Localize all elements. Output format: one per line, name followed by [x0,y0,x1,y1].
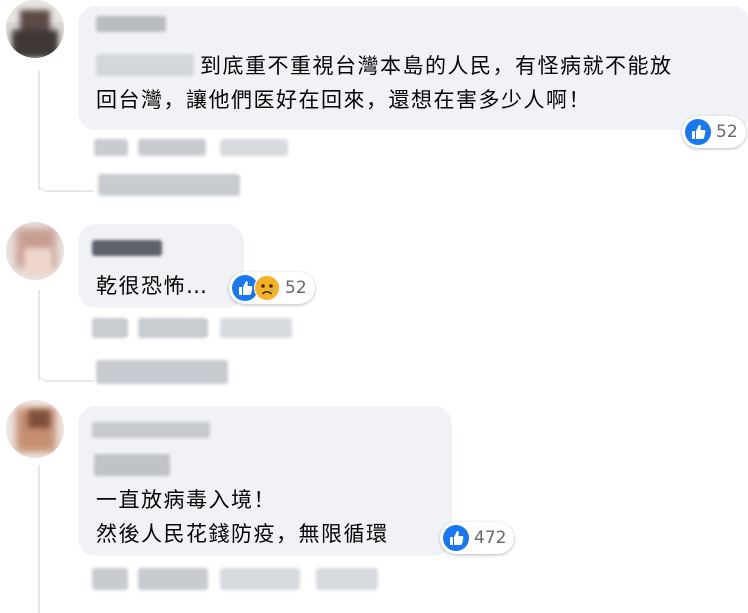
reply-action[interactable] [138,139,206,156]
thread-connector [38,340,94,382]
reaction-summary[interactable]: 52 [229,272,315,304]
like-icon [685,119,711,145]
thread-connector [38,150,94,192]
tagged-name[interactable] [96,54,194,76]
avatar[interactable] [6,0,64,58]
like-action[interactable] [94,139,128,156]
comment-text: 回台灣，讓他們医好在回來，還想在害多少人啊！ [96,88,591,112]
thread-line [38,465,40,613]
reaction-count: 52 [716,122,738,142]
comment-text: 一直放病毒入境！ [96,488,276,512]
comment-bubble: 一直放病毒入境！ 然後人民花錢防疫，無限循環 [78,406,452,556]
reaction-summary[interactable]: 52 [682,116,746,148]
timestamp [220,139,288,156]
tagged-name[interactable] [94,454,170,476]
comment-bubble: 乾很恐怖… [78,224,244,308]
view-replies[interactable] [98,174,240,196]
reaction-count: 52 [285,278,307,298]
timestamp [220,318,292,338]
reaction-summary[interactable]: 472 [440,522,515,554]
commenter-name[interactable] [92,240,162,256]
commenter-name[interactable] [92,422,210,438]
reaction-count: 472 [474,528,507,548]
reply-action[interactable] [138,568,208,590]
like-action[interactable] [92,568,128,590]
avatar[interactable] [6,222,64,280]
like-action[interactable] [92,318,128,338]
view-replies[interactable] [96,360,228,384]
like-icon [443,525,469,551]
timestamp [220,568,300,590]
care-icon [254,275,280,301]
comment-text: 然後人民花錢防疫，無限循環 [96,522,389,546]
comment-text: 乾很恐怖… [96,274,209,298]
avatar[interactable] [6,400,64,458]
comment-text: 到底重不重視台灣本島的人民，有怪病就不能放 [200,54,673,78]
edited-label [316,568,378,590]
reply-action[interactable] [138,318,208,338]
commenter-name[interactable] [96,16,166,32]
comment-bubble: 到底重不重視台灣本島的人民，有怪病就不能放 回台灣，讓他們医好在回來，還想在害多… [78,6,748,130]
